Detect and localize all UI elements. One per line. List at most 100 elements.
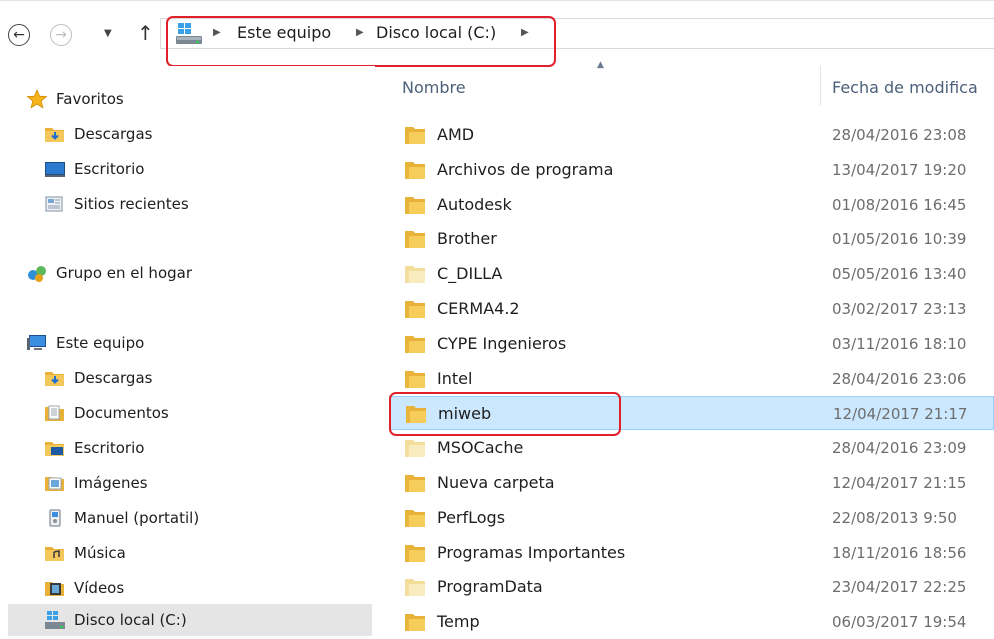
desktop-icon	[45, 162, 65, 177]
file-row[interactable]: Autodesk 01/08/2016 16:45	[389, 188, 994, 222]
recent-places-icon	[45, 196, 63, 212]
nav-item-descargas[interactable]: Descargas	[44, 120, 152, 148]
up-button[interactable]: ↑	[137, 21, 154, 45]
file-row[interactable]: Temp 06/03/2017 19:54	[389, 605, 994, 639]
music-folder-icon	[45, 547, 64, 561]
file-name: PerfLogs	[437, 507, 506, 527]
file-date: 05/05/2016 13:40	[832, 265, 967, 284]
file-name: Archivos de programa	[437, 159, 614, 179]
file-date: 03/11/2016 18:10	[832, 334, 967, 353]
file-name: AMD	[437, 125, 475, 144]
folder-icon	[405, 475, 425, 492]
file-row[interactable]: Programas Importantes 18/11/2016 18:56	[389, 536, 994, 570]
nav-item-sitios-recientes[interactable]: Sitios recientes	[44, 190, 189, 218]
nav-label: Favoritos	[56, 90, 124, 108]
file-row[interactable]: Archivos de programa 13/04/2017 19:20	[389, 153, 994, 187]
nav-label: Este equipo	[56, 334, 145, 352]
nav-item-videos[interactable]: Vídeos	[44, 574, 124, 602]
folder-icon	[405, 370, 425, 388]
nav-this-pc[interactable]: Este equipo	[26, 329, 144, 357]
file-name: CYPE Ingenieros	[437, 333, 567, 353]
pictures-folder-icon	[45, 477, 64, 491]
folder-icon	[405, 301, 425, 318]
nav-item-escritorio-pc[interactable]: Escritorio	[44, 434, 144, 462]
nav-item-descargas-pc[interactable]: Descargas	[44, 364, 152, 392]
file-name: Brother	[437, 229, 497, 249]
folder-icon	[405, 544, 425, 562]
file-name: Autodesk	[437, 194, 512, 214]
file-row[interactable]: MSOCache 28/04/2016 23:09	[389, 431, 994, 465]
videos-folder-icon	[45, 582, 64, 596]
file-date: 28/04/2016 23:08	[832, 126, 967, 144]
nav-item-manuel-portatil[interactable]: Manuel (portatil)	[44, 504, 199, 532]
file-date: 18/11/2016 18:56	[832, 543, 967, 562]
forward-arrow-icon: →	[55, 27, 67, 43]
sort-ascending-icon: ▲	[597, 60, 604, 70]
nav-item-disco-local[interactable]: Disco local (C:)	[8, 604, 372, 636]
file-row[interactable]: C_DILLA 05/05/2016 13:40	[389, 257, 994, 291]
folder-icon	[405, 614, 425, 632]
nav-label: Vídeos	[74, 579, 125, 597]
file-date: 13/04/2017 19:20	[832, 160, 967, 179]
file-date: 03/02/2017 23:13	[832, 300, 967, 318]
back-arrow-icon: ←	[13, 27, 25, 43]
nav-item-musica[interactable]: Música	[44, 539, 126, 567]
file-row[interactable]: CYPE Ingenieros 03/11/2016 18:10	[389, 327, 994, 361]
recent-locations-button[interactable]: ▼	[104, 28, 112, 39]
file-row[interactable]: Nueva carpeta 12/04/2017 21:15	[389, 466, 994, 500]
nav-label: Música	[74, 544, 126, 562]
nav-homegroup[interactable]: Grupo en el hogar	[26, 259, 192, 287]
media-device-icon	[49, 509, 61, 527]
file-name: Temp	[437, 612, 480, 632]
file-row[interactable]: AMD 28/04/2016 23:08	[389, 118, 994, 152]
folder-icon	[405, 335, 425, 353]
folder-icon	[405, 266, 425, 284]
star-icon	[26, 89, 48, 109]
file-date: 22/08/2013 9:50	[832, 508, 957, 527]
folder-icon	[405, 231, 425, 249]
file-date: 01/08/2016 16:45	[832, 195, 967, 214]
up-arrow-icon: ↑	[137, 21, 154, 45]
nav-label: Imágenes	[74, 474, 148, 492]
desktop-folder-icon	[45, 442, 64, 456]
homegroup-icon	[28, 266, 46, 282]
documents-folder-icon	[45, 405, 64, 421]
file-row[interactable]: Brother 01/05/2016 10:39	[389, 222, 994, 256]
nav-label: Descargas	[74, 125, 153, 143]
computer-icon	[27, 335, 46, 350]
back-button[interactable]: ←	[8, 24, 30, 46]
file-date: 28/04/2016 23:09	[832, 439, 967, 458]
file-date: 12/04/2017 21:17	[833, 405, 968, 424]
file-date: 12/04/2017 21:15	[832, 474, 967, 492]
navigation-pane: Favoritos Descargas Escritorio Sitios re…	[0, 66, 375, 636]
nav-item-documentos[interactable]: Documentos	[44, 399, 169, 427]
column-header-date[interactable]: Fecha de modifica	[832, 78, 978, 118]
address-highlight-annotation	[166, 16, 556, 67]
nav-label: Descargas	[74, 369, 153, 387]
nav-item-imagenes[interactable]: Imágenes	[44, 469, 148, 497]
downloads-folder-icon	[45, 128, 64, 142]
folder-icon	[405, 509, 425, 527]
row-highlight-annotation	[389, 392, 621, 436]
nav-label: Sitios recientes	[74, 195, 189, 213]
nav-label: Escritorio	[74, 160, 145, 178]
column-header-name[interactable]: Nombre	[402, 78, 466, 118]
file-name: C_DILLA	[437, 264, 503, 284]
column-divider[interactable]	[820, 66, 821, 106]
file-row[interactable]: PerfLogs 22/08/2013 9:50	[389, 501, 994, 535]
nav-label: Disco local (C:)	[74, 611, 187, 629]
forward-button[interactable]: →	[50, 24, 72, 46]
chevron-down-icon: ▼	[104, 28, 112, 39]
file-row[interactable]: ProgramData 23/04/2017 22:25	[389, 570, 994, 604]
nav-item-escritorio[interactable]: Escritorio	[44, 155, 144, 183]
nav-label: Manuel (portatil)	[74, 509, 200, 527]
file-name: Nueva carpeta	[437, 473, 555, 492]
folder-icon	[405, 579, 425, 597]
file-row[interactable]: CERMA4.2 03/02/2017 23:13	[389, 292, 994, 326]
downloads-folder-icon	[45, 372, 64, 386]
folder-icon	[405, 440, 425, 458]
file-row[interactable]: Intel 28/04/2016 23:06	[389, 362, 994, 396]
top-divider	[0, 0, 994, 1]
nav-favorites[interactable]: Favoritos	[26, 85, 124, 113]
file-name: ProgramData	[437, 577, 543, 597]
